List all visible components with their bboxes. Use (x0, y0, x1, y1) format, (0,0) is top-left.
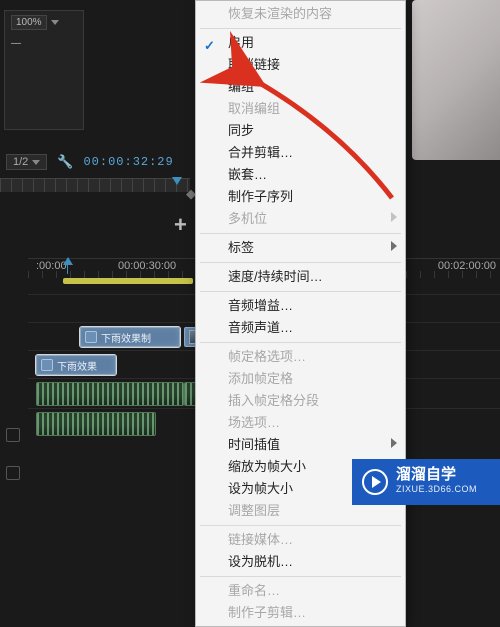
menu-nest[interactable]: 嵌套… (196, 164, 405, 186)
fx-badge-icon (85, 331, 97, 343)
program-scrubber[interactable] (0, 178, 190, 192)
menu-separator (200, 291, 401, 292)
work-area-bar[interactable] (63, 278, 193, 284)
playhead-indicator-icon[interactable] (63, 257, 73, 265)
link-icon[interactable] (6, 466, 20, 480)
audio-clip-1[interactable] (36, 382, 184, 406)
menu-enable-label: 启用 (228, 35, 254, 50)
panel-static: — (11, 38, 21, 49)
menu-field-options: 场选项… (196, 412, 405, 434)
menu-enable[interactable]: ✓启用 (196, 32, 405, 54)
timeline-gutter (2, 258, 24, 505)
watermark-title: 溜溜自学 (396, 468, 477, 482)
zoom-ratio-value: 1/2 (13, 156, 28, 168)
clip-context-menu: 恢复未渲染的内容 ✓启用 取消链接 编组 取消编组 同步 合并剪辑… 嵌套… 制… (195, 0, 406, 627)
playhead-line (67, 265, 68, 274)
snap-icon[interactable] (6, 428, 20, 442)
menu-separator (200, 28, 401, 29)
waveform (37, 383, 183, 405)
menu-label-label: 标签 (228, 240, 254, 255)
waveform (37, 413, 155, 435)
preview-thumb (412, 0, 500, 160)
menu-time-interpolation-label: 时间插值 (228, 437, 280, 452)
menu-multicam: 多机位 (196, 208, 405, 230)
mini-panel: 100% — (4, 10, 84, 130)
menu-add-frame-hold: 添加帧定格 (196, 368, 405, 390)
menu-rename: 重命名… (196, 580, 405, 602)
submenu-arrow-icon (391, 438, 397, 448)
menu-separator (200, 576, 401, 577)
clip-label: 下雨效果制 (101, 330, 151, 345)
menu-group[interactable]: 编组 (196, 76, 405, 98)
video-clip-2[interactable]: 下雨效果 (36, 355, 116, 375)
menu-separator (200, 262, 401, 263)
menu-link-media: 链接媒体… (196, 529, 405, 551)
menu-separator (200, 525, 401, 526)
playhead-timecode: 00:00:32:29 (83, 155, 173, 169)
menu-restore-unrendered: 恢复未渲染的内容 (196, 3, 405, 25)
menu-make-subclip: 制作子剪辑… (196, 602, 405, 624)
menu-make-offline[interactable]: 设为脱机… (196, 551, 405, 573)
clip-label: 下雨效果 (57, 358, 97, 373)
zoom-ratio[interactable]: 1/2 (6, 154, 47, 170)
chevron-down-icon (51, 20, 59, 25)
wrench-icon[interactable]: 🔧 (57, 154, 73, 170)
menu-ungroup: 取消编组 (196, 98, 405, 120)
menu-label[interactable]: 标签 (196, 237, 405, 259)
menu-separator (200, 342, 401, 343)
video-clip-1[interactable]: 下雨效果制 (80, 327, 180, 347)
menu-audio-gain[interactable]: 音频增益… (196, 295, 405, 317)
playback-bar: 1/2 🔧 00:00:32:29 (0, 150, 180, 174)
watermark-sub: ZIXUE.3D66.COM (396, 482, 477, 496)
menu-make-subsequence[interactable]: 制作子序列 (196, 186, 405, 208)
menu-insert-frame-hold: 插入帧定格分段 (196, 390, 405, 412)
menu-sync[interactable]: 同步 (196, 120, 405, 142)
menu-time-interpolation[interactable]: 时间插值 (196, 434, 405, 456)
menu-merge-clips[interactable]: 合并剪辑… (196, 142, 405, 164)
menu-separator (200, 233, 401, 234)
playhead-icon (172, 177, 182, 185)
add-track-button[interactable]: + (174, 212, 187, 238)
menu-speed-duration[interactable]: 速度/持续时间… (196, 266, 405, 288)
audio-clip-2[interactable] (36, 412, 156, 436)
submenu-arrow-icon (391, 212, 397, 222)
chevron-down-icon (32, 160, 40, 165)
menu-multicam-label: 多机位 (228, 211, 267, 226)
scrubber-ticks (0, 179, 190, 192)
menu-frame-hold-options: 帧定格选项… (196, 346, 405, 368)
opacity-drop[interactable]: 100% (11, 15, 47, 30)
submenu-arrow-icon (391, 241, 397, 251)
play-circle-icon (362, 469, 388, 495)
watermark-text: 溜溜自学 ZIXUE.3D66.COM (396, 468, 477, 496)
menu-unlink[interactable]: 取消链接 (196, 54, 405, 76)
watermark: 溜溜自学 ZIXUE.3D66.COM (352, 459, 500, 505)
menu-audio-channels[interactable]: 音频声道… (196, 317, 405, 339)
fx-badge-icon (41, 359, 53, 371)
